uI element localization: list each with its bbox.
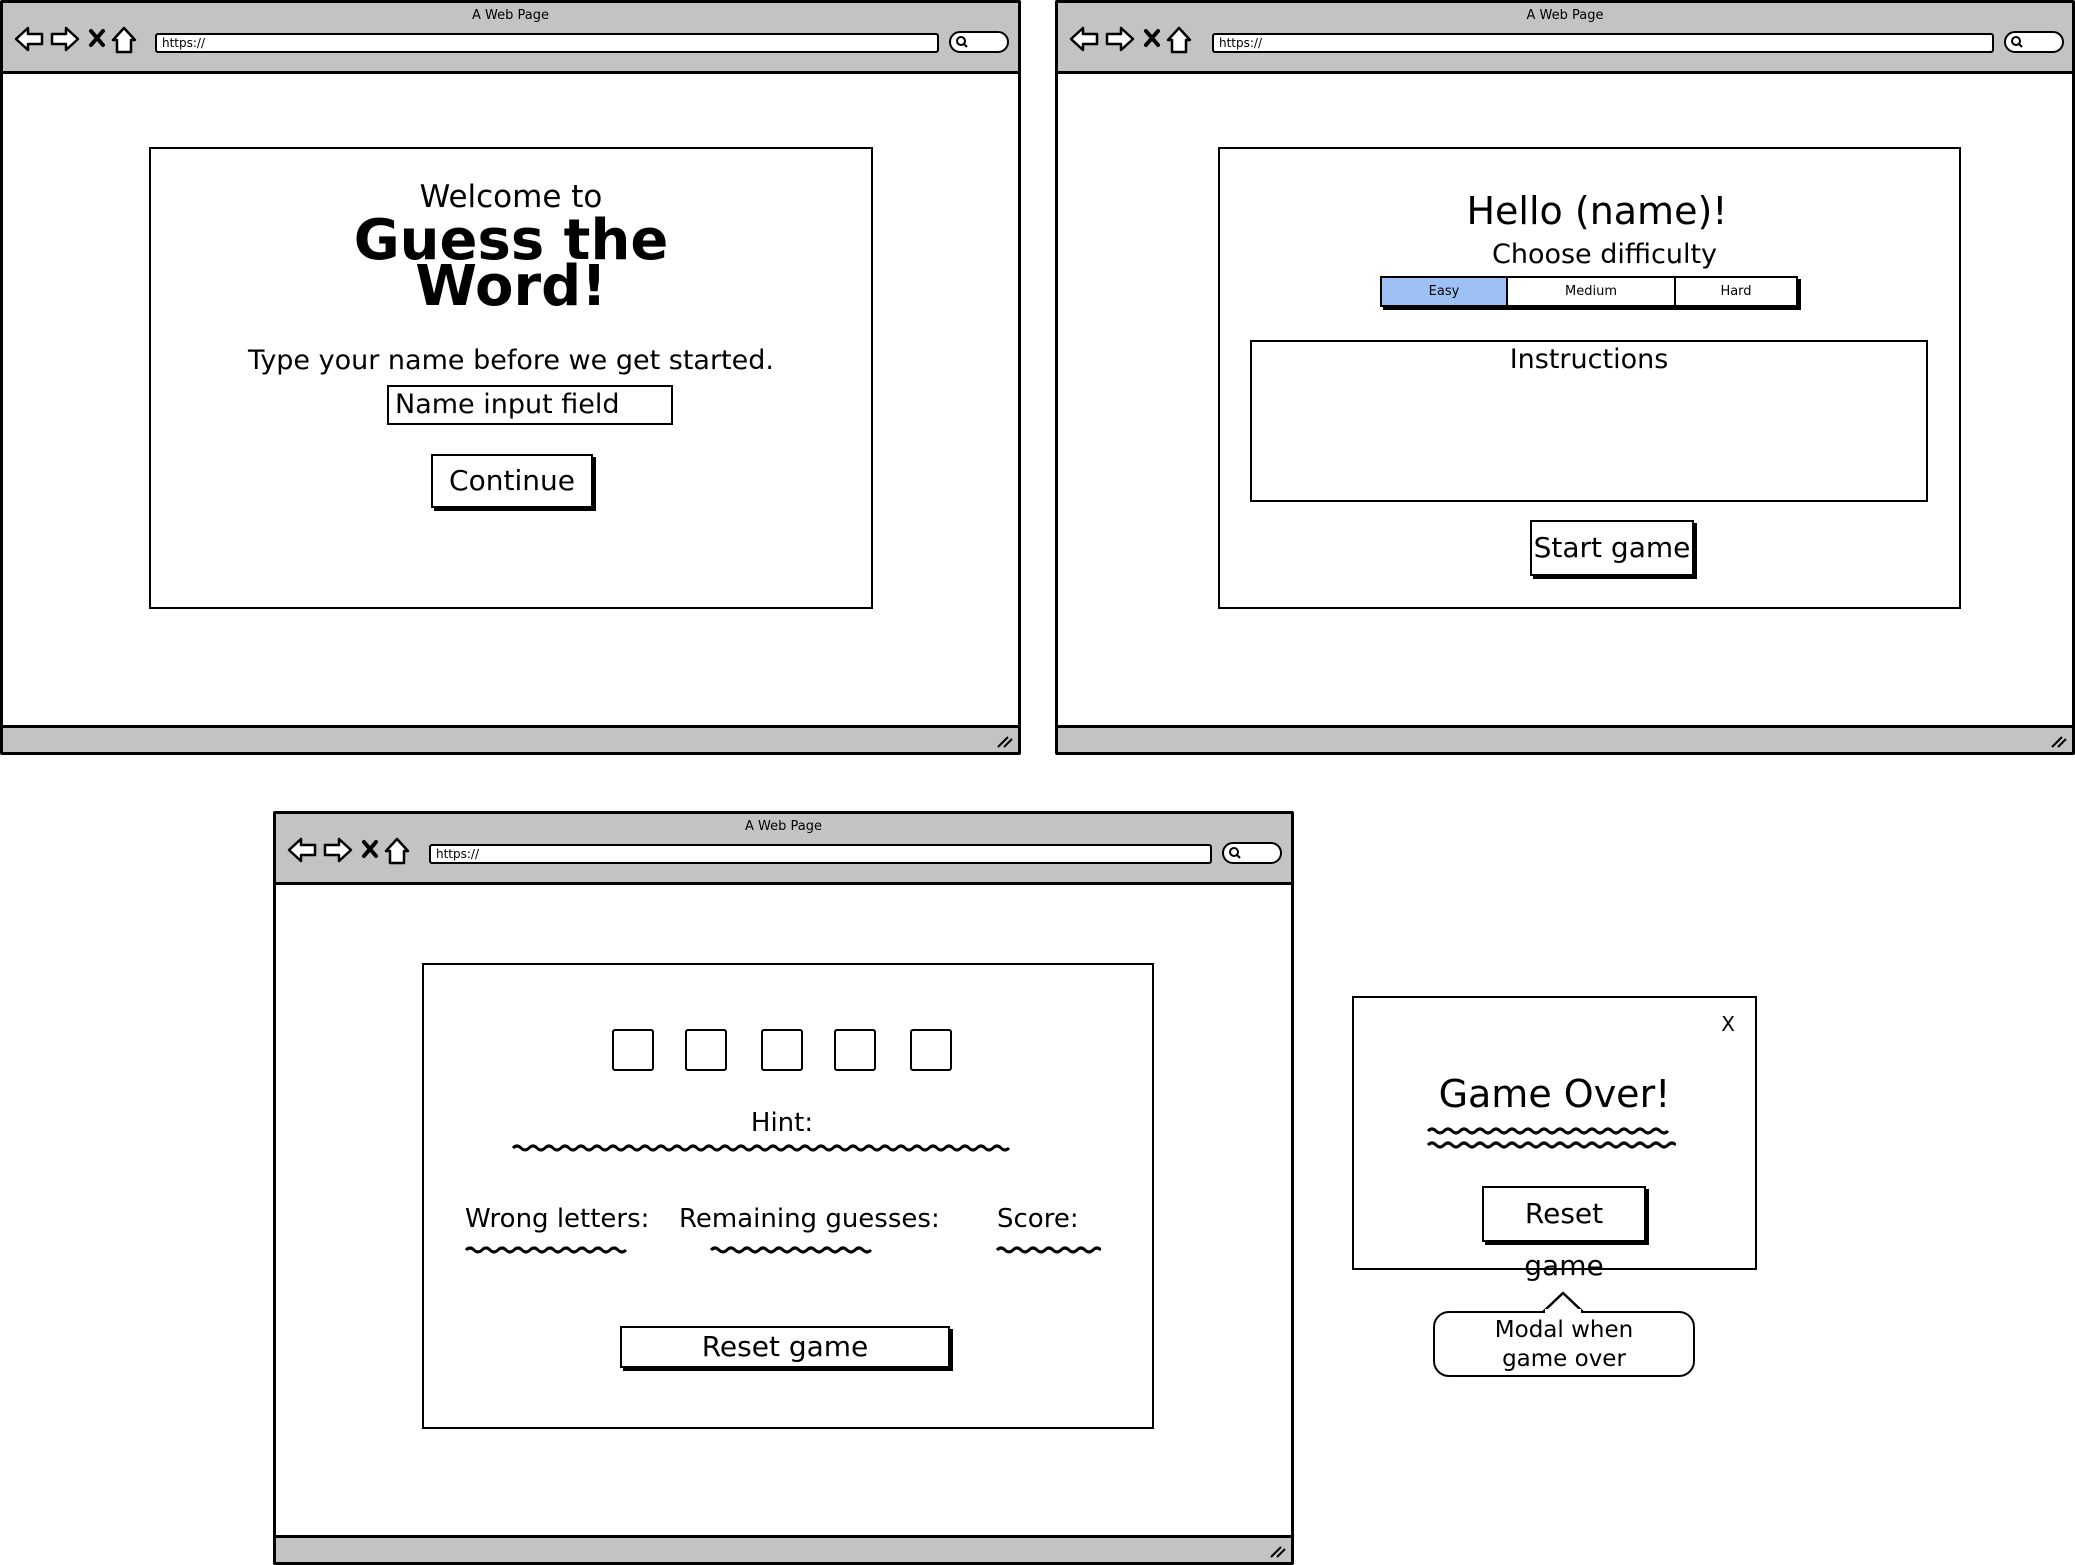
reset-game-button[interactable]: Reset game <box>620 1326 950 1368</box>
wrong-letters-value <box>464 1246 628 1254</box>
window-title: A Web Page <box>745 819 822 834</box>
window-title: A Web Page <box>1526 8 1604 23</box>
welcome-panel: Welcome to Guess the Word! Type your nam… <box>149 147 873 609</box>
modal-close-button[interactable]: X <box>1721 1012 1735 1036</box>
letter-box <box>685 1029 727 1071</box>
search-field[interactable] <box>2004 31 2064 53</box>
home-icon[interactable] <box>111 26 137 54</box>
search-icon <box>956 36 968 48</box>
letter-box <box>612 1029 654 1071</box>
address-bar[interactable]: https:// <box>1212 33 1994 53</box>
resize-grip-icon[interactable] <box>2050 735 2068 749</box>
start-game-button[interactable]: Start game <box>1530 520 1694 576</box>
instructions-box: Instructions <box>1250 340 1928 502</box>
browser-window-game: A Web Page https:// Hint: Wrong letters:… <box>273 811 1294 1565</box>
letter-box <box>834 1029 876 1071</box>
modal-message-placeholder <box>1426 1127 1676 1149</box>
close-icon[interactable] <box>1144 29 1160 47</box>
difficulty-easy[interactable]: Easy <box>1382 278 1508 305</box>
nav-controls <box>286 834 416 865</box>
status-bar <box>1058 725 2072 752</box>
nav-controls <box>1068 23 1198 54</box>
difficulty-panel: Hello (name)! Choose difficulty Easy Med… <box>1218 147 1961 609</box>
browser-window-difficulty: A Web Page https:// Hello (name)! Choose… <box>1055 0 2075 755</box>
back-arrow-icon[interactable] <box>14 26 44 52</box>
remaining-guesses-label: Remaining guesses: <box>679 1204 940 1234</box>
difficulty-selector: Easy Medium Hard <box>1380 276 1798 307</box>
status-bar <box>276 1535 1291 1562</box>
back-arrow-icon[interactable] <box>287 837 317 863</box>
home-icon[interactable] <box>1166 26 1192 54</box>
choose-difficulty-label: Choose difficulty <box>1491 239 1718 270</box>
search-icon <box>1229 847 1241 859</box>
difficulty-hard[interactable]: Hard <box>1676 278 1796 305</box>
home-icon[interactable] <box>384 837 410 865</box>
status-bar <box>3 725 1018 752</box>
modal-title: Game Over! <box>1438 1072 1671 1116</box>
forward-arrow-icon[interactable] <box>50 26 80 52</box>
instructions-title: Instructions <box>1509 344 1669 375</box>
name-input[interactable]: Name input field <box>387 385 673 425</box>
back-arrow-icon[interactable] <box>1069 26 1099 52</box>
hint-label: Hint: <box>750 1108 814 1138</box>
difficulty-medium[interactable]: Medium <box>1508 278 1676 305</box>
close-icon[interactable] <box>89 29 105 47</box>
browser-window-welcome: A Web Page https:// Welcome to Guess the… <box>0 0 1021 755</box>
resize-grip-icon[interactable] <box>996 735 1014 749</box>
forward-arrow-icon[interactable] <box>323 837 353 863</box>
callout-label: Modal when game over <box>1433 1311 1695 1377</box>
modal-reset-button[interactable]: Reset game <box>1482 1186 1646 1282</box>
remaining-guesses-value <box>709 1246 873 1254</box>
continue-button[interactable]: Continue <box>431 454 593 508</box>
letter-box <box>761 1029 803 1071</box>
search-field[interactable] <box>1222 842 1282 864</box>
address-bar[interactable]: https:// <box>155 33 939 53</box>
forward-arrow-icon[interactable] <box>1105 26 1135 52</box>
search-icon <box>2011 36 2023 48</box>
callout-text: Modal when game over <box>1494 1317 1634 1372</box>
game-panel: Hint: Wrong letters: Remaining guesses: … <box>422 963 1154 1429</box>
hint-placeholder-text <box>511 1144 1011 1152</box>
letter-box <box>910 1029 952 1071</box>
game-over-modal: X Game Over! Reset game <box>1352 996 1757 1282</box>
window-title: A Web Page <box>472 8 549 23</box>
nav-controls <box>13 23 143 54</box>
browser-chrome: A Web Page https:// <box>276 814 1291 885</box>
close-icon[interactable] <box>362 840 378 858</box>
search-field[interactable] <box>949 31 1009 53</box>
greeting: Hello (name)! <box>1466 189 1728 233</box>
name-prompt: Type your name before we get started. <box>248 345 774 376</box>
wrong-letters-label: Wrong letters: <box>465 1204 650 1234</box>
browser-chrome: A Web Page https:// <box>3 3 1018 74</box>
address-bar[interactable]: https:// <box>429 844 1212 864</box>
game-title-line2: Word! <box>415 254 607 319</box>
callout-pointer-mask <box>1545 1309 1581 1314</box>
resize-grip-icon[interactable] <box>1269 1545 1287 1559</box>
browser-chrome: A Web Page https:// <box>1058 3 2072 74</box>
score-value <box>995 1246 1101 1254</box>
score-label: Score: <box>997 1204 1079 1234</box>
